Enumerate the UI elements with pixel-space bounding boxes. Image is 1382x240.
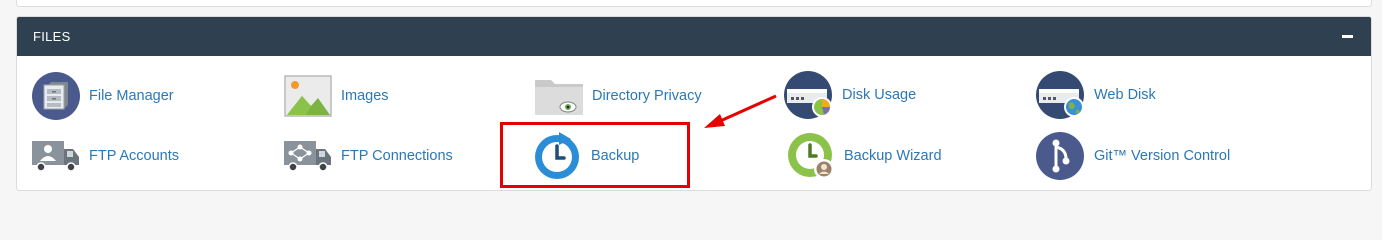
ftp-accounts-label: FTP Accounts bbox=[89, 148, 179, 164]
ftp-connections-label: FTP Connections bbox=[341, 148, 453, 164]
web-disk-icon bbox=[1036, 70, 1086, 120]
git-version-control-label: Git™ Version Control bbox=[1094, 148, 1231, 164]
backup-wizard-link[interactable]: Backup Wizard bbox=[786, 131, 942, 181]
directory-privacy-label: Directory Privacy bbox=[592, 88, 702, 104]
disk-usage-link[interactable]: Disk Usage bbox=[784, 70, 916, 120]
git-version-control-icon bbox=[1036, 131, 1086, 181]
panel-title: FILES bbox=[33, 29, 71, 44]
minus-icon[interactable] bbox=[1339, 29, 1355, 45]
ftp-connections-link[interactable]: FTP Connections bbox=[283, 131, 453, 181]
git-version-control-link[interactable]: Git™ Version Control bbox=[1036, 131, 1230, 181]
backup-wizard-icon bbox=[786, 131, 836, 181]
ftp-connections-icon bbox=[283, 131, 333, 181]
directory-privacy-link[interactable]: Directory Privacy bbox=[534, 71, 702, 121]
ftp-accounts-link[interactable]: FTP Accounts bbox=[31, 131, 179, 181]
images-label: Images bbox=[341, 88, 389, 104]
panel-header[interactable]: FILES bbox=[17, 17, 1371, 56]
web-disk-link[interactable]: Web Disk bbox=[1036, 70, 1156, 120]
previous-panel-edge bbox=[16, 0, 1372, 7]
directory-privacy-icon bbox=[534, 71, 584, 121]
backup-wizard-label: Backup Wizard bbox=[844, 148, 942, 164]
disk-usage-icon bbox=[784, 70, 834, 120]
ftp-accounts-icon bbox=[31, 131, 81, 181]
disk-usage-label: Disk Usage bbox=[842, 87, 917, 103]
file-manager-label: File Manager bbox=[89, 88, 174, 104]
images-icon bbox=[283, 71, 333, 121]
images-link[interactable]: Images bbox=[283, 71, 389, 121]
web-disk-label: Web Disk bbox=[1094, 87, 1156, 103]
file-manager-link[interactable]: File Manager bbox=[31, 71, 174, 121]
highlight-box bbox=[500, 122, 690, 188]
annotation-arrow-icon bbox=[704, 94, 777, 128]
file-manager-icon bbox=[31, 71, 81, 121]
